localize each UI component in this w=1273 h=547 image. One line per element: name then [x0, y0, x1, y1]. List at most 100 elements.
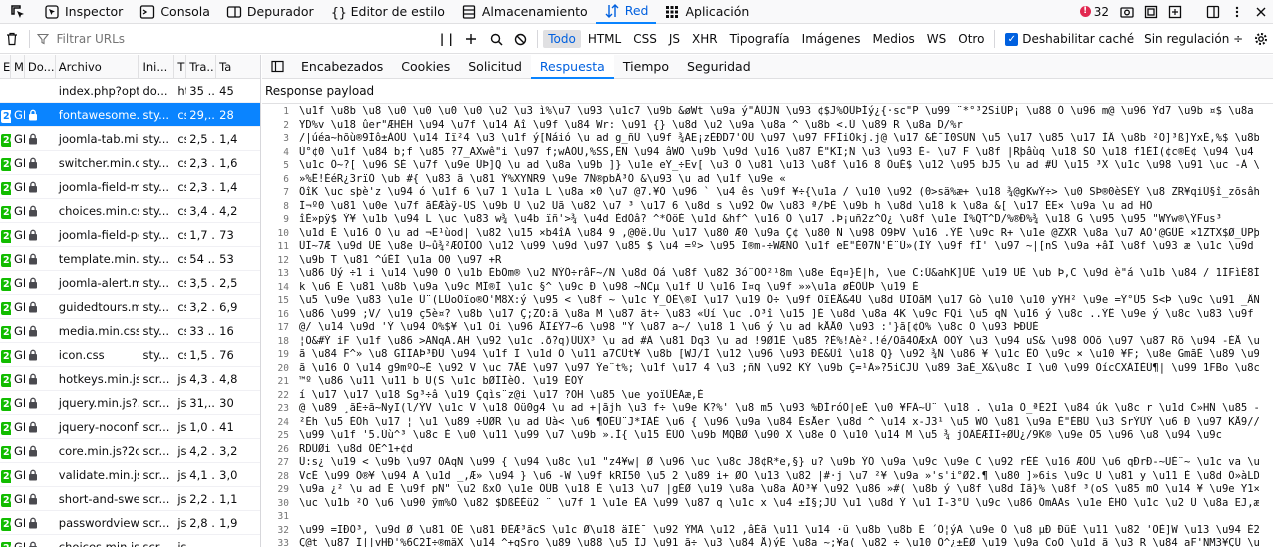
table-row[interactable]: 26GE template.min.csssty... cs54 ...53: [0, 247, 260, 271]
settings-button[interactable]: [1251, 28, 1270, 50]
domain-cell: [25, 415, 56, 439]
column-header[interactable]: Ti: [174, 55, 187, 79]
code-line: 25 \u99 \u1f '5.Ùù^³ \u8c È \u0 \u11 \u99…: [262, 429, 1273, 443]
table-row[interactable]: 26GE guidedtours.minsty... cs3,2 ...6,9: [0, 295, 260, 319]
filter-urls-input[interactable]: [52, 28, 434, 50]
transferred-cell: 54 ...: [189, 251, 217, 266]
detail-tab-respuesta[interactable]: Respuesta: [530, 54, 614, 79]
column-header[interactable]: Ini...: [139, 55, 175, 79]
line-number: 12: [277, 254, 289, 266]
detail-tab-seguridad[interactable]: Seguridad: [678, 55, 760, 79]
size-cell: 41: [219, 419, 234, 434]
table-row[interactable]: 26GE media.min.css?bsty... cs33 ...16: [0, 319, 260, 343]
initiator-cell: scr...: [142, 419, 170, 434]
close-devtools-button[interactable]: [1249, 0, 1273, 24]
tab-application[interactable]: Aplicación: [656, 0, 757, 24]
disable-cache-checkbox[interactable]: ✓ Deshabilitar caché: [1005, 32, 1134, 46]
type-filter-todo[interactable]: Todo: [543, 30, 581, 48]
status-cell: 26: [0, 535, 11, 547]
line-number: 5: [283, 160, 289, 171]
table-row[interactable]: index.php?optiodo... htı35 ...45: [0, 79, 260, 103]
line-number: 2: [283, 119, 289, 131]
code-line: 19 ã \u84 F^» \u8 GÍÏAÞ³ÐÜ \u94 \u1f I \u…: [262, 348, 1273, 362]
table-row[interactable]: 26GE joomla-field-mesty... cs2,3 ...1,4: [0, 175, 260, 199]
type-filter-tipografía[interactable]: Tipografía: [725, 30, 795, 48]
file-cell: switcher.min.css: [58, 155, 140, 170]
clear-button[interactable]: [3, 28, 22, 50]
initiator-cell: sty...: [142, 299, 170, 314]
table-row[interactable]: 26GE short-and-sweetscr... js2,2 ...1,1: [0, 487, 260, 511]
status-badge: 26: [1, 493, 11, 507]
error-count-badge[interactable]: ! 32: [1074, 5, 1115, 19]
code-line: 5 \u1c Ö~?[ \u96 ŠÈ \u7f \u9e ÜÞ]Q \u ad …: [262, 159, 1273, 173]
type-filter-xhr[interactable]: XHR: [687, 30, 723, 48]
tab-inspector[interactable]: Inspector: [36, 0, 131, 24]
screenshot-button[interactable]: [1115, 0, 1139, 24]
table-row[interactable]: 26GE joomla-tab.min.sty... cs2,5 ...1,4: [0, 127, 260, 151]
size-cell: 73: [219, 227, 234, 242]
table-row[interactable]: 26GE jquery.min.js?3.7scr... js31,...30: [0, 391, 260, 415]
tab-debugger[interactable]: Depurador: [218, 0, 322, 24]
table-row[interactable]: 26GE passwordview.mscr... js2,8 ...1,9: [0, 511, 260, 535]
line-text: ã \u16 Õ \u14 g9mºÕ~È \u92 V \uc 7ÅÈ \u9…: [299, 361, 1259, 374]
column-header[interactable]: M: [11, 55, 25, 79]
detail-tab-cookies[interactable]: Cookies: [392, 55, 459, 79]
response-code-viewer[interactable]: 1 \u1f \u8b \u8 \u0 \u0 \u0 \u0 \u2 \u3 ì…: [262, 105, 1273, 547]
size-cell: [216, 535, 260, 547]
detail-tab-encabezados[interactable]: Encabezados: [292, 55, 392, 79]
table-row[interactable]: 26GE validate.min.js?scr... js4,1 ...3,0: [0, 463, 260, 487]
initiator-cell: scr...: [142, 371, 170, 386]
search-icon: [490, 33, 503, 46]
type-filter-medios[interactable]: Medios: [868, 30, 920, 48]
column-header[interactable]: Tra...: [186, 55, 217, 79]
element-picker-button[interactable]: [0, 0, 36, 24]
add-filter-button[interactable]: [462, 28, 481, 50]
tab-storage[interactable]: Almacenamiento: [453, 0, 596, 24]
throttle-select[interactable]: Sin regulación ÷: [1144, 32, 1243, 46]
block-button[interactable]: [512, 28, 531, 50]
type-filter-css[interactable]: CSS: [628, 30, 662, 48]
line-text: \u86 Ùý ÷1 i \u14 \u90 Õ \u1b ÈbÕm® \u2 …: [299, 267, 1259, 279]
table-row[interactable]: 26GE jquery-noconflicscr... js1,0 ...41: [0, 415, 260, 439]
type-filter-imágenes[interactable]: Imágenes: [797, 30, 866, 48]
initiator-cell: sty...: [142, 275, 170, 290]
table-row[interactable]: 26GE switcher.min.csssty... cs2,3 ...1,6: [0, 151, 260, 175]
line-text: »%Ê!ÈéR¿3rïÒ \ub #{ \u83 ã \u81 Ý%XYNR9 …: [299, 172, 786, 185]
column-header[interactable]: Do...: [25, 55, 56, 79]
type-cell: cs: [177, 347, 186, 362]
status-cell: [0, 79, 11, 103]
table-row[interactable]: 26GE joomla-field-persty... cs1,7 ...73: [0, 223, 260, 247]
file-cell: validate.min.js?: [58, 467, 140, 482]
column-header[interactable]: Es: [0, 55, 11, 79]
pause-button[interactable]: | |: [435, 30, 458, 48]
search-button[interactable]: [487, 28, 506, 50]
table-row[interactable]: 26GE joomla-alert.minsty... cs3,5 ...2,5: [0, 271, 260, 295]
column-header[interactable]: Archivo: [56, 55, 140, 79]
table-row[interactable]: 26GE core.min.js?2cbscr... js4,2 ...3,2: [0, 439, 260, 463]
measure-button[interactable]: [1163, 0, 1187, 24]
toggle-sidebar-button[interactable]: [262, 56, 292, 78]
table-row[interactable]: 26GE choices.min.css?sty... cs3,4 ...4,2: [0, 199, 260, 223]
table-body: index.php?optiodo...htı35 ...4526GEfonta…: [0, 79, 260, 547]
dock-button[interactable]: [1201, 0, 1225, 24]
error-count: 32: [1093, 4, 1109, 19]
column-header[interactable]: Ta: [216, 55, 260, 79]
detail-tab-tiempo[interactable]: Tiempo: [614, 55, 678, 79]
table-row[interactable]: 26GE choices.min.js?scr... js: [0, 535, 260, 547]
detail-tab-solicitud[interactable]: Solicitud: [459, 55, 531, 79]
table-row[interactable]: 26GE icon.css sty... cs1,5 ...76: [0, 343, 260, 367]
tab-style-editor[interactable]: {} Editor de estilo: [322, 0, 453, 24]
lock-icon: [28, 493, 37, 505]
type-filter-ws[interactable]: WS: [922, 30, 951, 48]
file-cell: passwordview.m: [58, 515, 140, 530]
rulers-button[interactable]: [1139, 0, 1163, 24]
type-filter-html[interactable]: HTML: [583, 30, 626, 48]
table-row[interactable]: 26GE fontawesome.msty... cs29,...28: [0, 103, 260, 127]
more-options-button[interactable]: [1225, 0, 1249, 24]
type-filter-otro[interactable]: Otro: [953, 30, 989, 48]
tab-network[interactable]: Red: [595, 0, 657, 24]
tab-console[interactable]: Consola: [131, 0, 218, 24]
type-filter-js[interactable]: JS: [664, 30, 685, 48]
table-row[interactable]: 26GE hotkeys.min.js?3scr... js4,3 ...4,8: [0, 367, 260, 391]
type-cell: cs: [177, 227, 186, 242]
